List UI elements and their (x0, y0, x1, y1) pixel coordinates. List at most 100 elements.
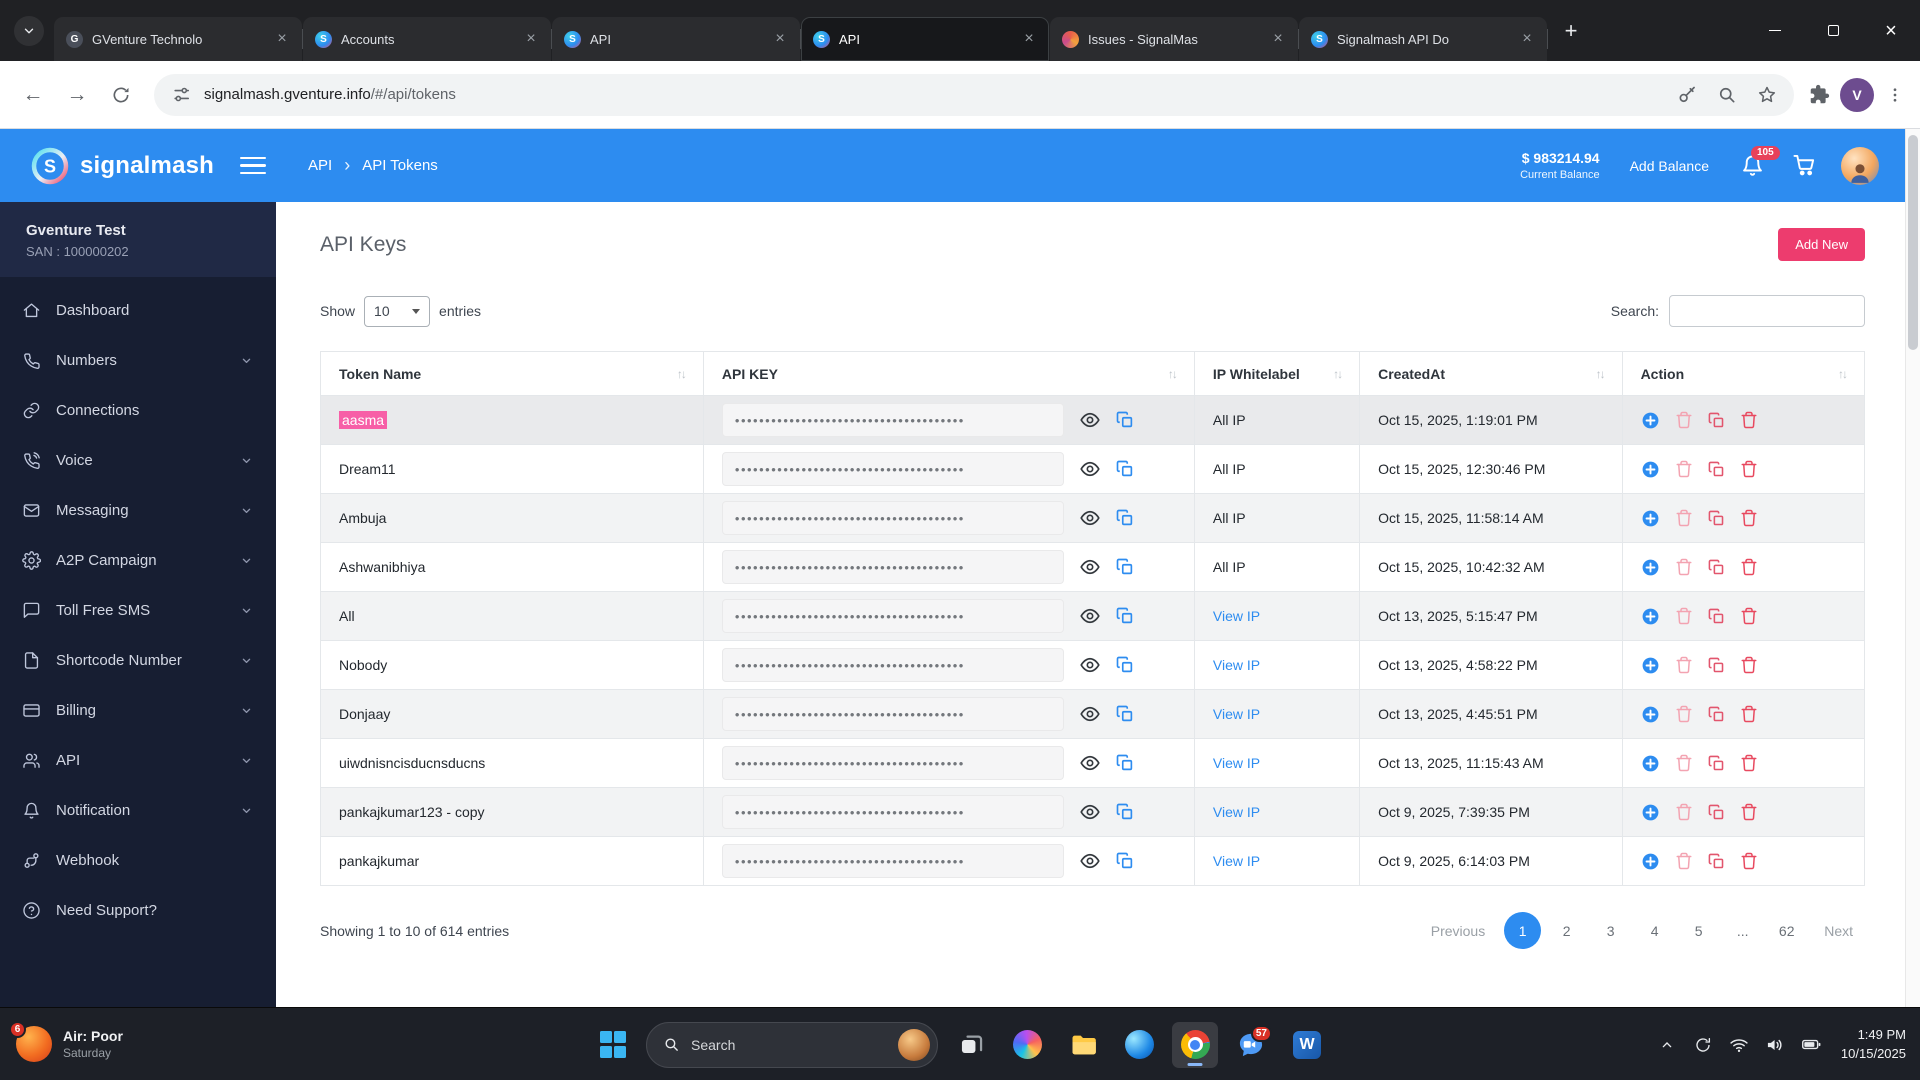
reveal-key-eye-icon[interactable] (1080, 753, 1100, 773)
page-size-select[interactable]: 10 (364, 295, 431, 327)
delete-token-trash-icon[interactable] (1740, 460, 1758, 478)
notifications-button[interactable]: 105 (1739, 145, 1780, 179)
tab-search-button[interactable] (14, 16, 44, 46)
reveal-key-eye-icon[interactable] (1080, 802, 1100, 822)
delete-muted-trash-icon[interactable] (1675, 460, 1693, 478)
add-ip-plus-icon[interactable] (1641, 607, 1660, 626)
tab-close-icon[interactable]: × (521, 29, 541, 49)
word-button[interactable]: W (1284, 1022, 1330, 1068)
view-ip-link[interactable]: View IP (1213, 657, 1260, 673)
browser-tab[interactable]: S API × (552, 17, 801, 61)
sidebar-item-toll-free-sms[interactable]: Toll Free SMS (0, 585, 276, 635)
duplicate-token-copy-icon[interactable] (1708, 559, 1725, 576)
window-close-button[interactable]: × (1862, 0, 1920, 61)
page-button-3[interactable]: 3 (1592, 912, 1629, 949)
reveal-key-eye-icon[interactable] (1080, 606, 1100, 626)
sort-icon[interactable]: ↑↓ (1168, 367, 1178, 381)
back-button[interactable]: ← (14, 76, 52, 114)
tab-close-icon[interactable]: × (1019, 29, 1039, 49)
delete-muted-trash-icon[interactable] (1675, 656, 1693, 674)
delete-token-trash-icon[interactable] (1740, 411, 1758, 429)
add-ip-plus-icon[interactable] (1641, 705, 1660, 724)
copy-key-icon[interactable] (1116, 705, 1134, 723)
password-key-icon[interactable] (1676, 84, 1698, 106)
add-ip-plus-icon[interactable] (1641, 558, 1660, 577)
weather-widget[interactable]: 6 Air: Poor Saturday (0, 1021, 123, 1062)
sidebar-item-webhook[interactable]: Webhook (0, 835, 276, 885)
reveal-key-eye-icon[interactable] (1080, 508, 1100, 528)
forward-button[interactable]: → (58, 76, 96, 114)
delete-muted-trash-icon[interactable] (1675, 705, 1693, 723)
reveal-key-eye-icon[interactable] (1080, 704, 1100, 724)
start-button[interactable] (590, 1022, 636, 1068)
delete-muted-trash-icon[interactable] (1675, 754, 1693, 772)
column-header-createdat[interactable]: CreatedAt ↑↓ (1359, 351, 1623, 396)
view-ip-link[interactable]: View IP (1213, 608, 1260, 624)
view-ip-link[interactable]: View IP (1213, 853, 1260, 869)
volume-button[interactable] (1765, 1034, 1786, 1055)
delete-token-trash-icon[interactable] (1740, 803, 1758, 821)
duplicate-token-copy-icon[interactable] (1708, 853, 1725, 870)
view-ip-link[interactable]: View IP (1213, 804, 1260, 820)
battery-button[interactable] (1801, 1034, 1822, 1055)
duplicate-token-copy-icon[interactable] (1708, 657, 1725, 674)
tab-close-icon[interactable]: × (1517, 29, 1537, 49)
task-view-button[interactable] (948, 1022, 994, 1068)
delete-token-trash-icon[interactable] (1740, 558, 1758, 576)
omnibox[interactable]: signalmash.gventure.info/#/api/tokens (154, 73, 1794, 116)
copy-key-icon[interactable] (1116, 607, 1134, 625)
delete-muted-trash-icon[interactable] (1675, 803, 1693, 821)
copy-key-icon[interactable] (1116, 656, 1134, 674)
add-ip-plus-icon[interactable] (1641, 803, 1660, 822)
bookmark-star-icon[interactable] (1756, 84, 1778, 106)
window-maximize-button[interactable] (1804, 0, 1862, 61)
column-header-token-name[interactable]: Token Name ↑↓ (320, 351, 704, 396)
browser-tab[interactable]: Issues - SignalMas × (1050, 17, 1299, 61)
browser-tab[interactable]: G GVenture Technolo × (54, 17, 303, 61)
sidebar-item-notification[interactable]: Notification (0, 785, 276, 835)
sidebar-item-numbers[interactable]: Numbers (0, 335, 276, 385)
sidebar-item-messaging[interactable]: Messaging (0, 485, 276, 535)
delete-muted-trash-icon[interactable] (1675, 607, 1693, 625)
sidebar-item-need-support[interactable]: Need Support? (0, 885, 276, 935)
view-ip-link[interactable]: View IP (1213, 706, 1260, 722)
reveal-key-eye-icon[interactable] (1080, 655, 1100, 675)
search-input[interactable] (1669, 295, 1865, 327)
site-info-icon[interactable] (170, 84, 192, 106)
copy-key-icon[interactable] (1116, 558, 1134, 576)
add-ip-plus-icon[interactable] (1641, 460, 1660, 479)
sort-icon[interactable]: ↑↓ (1838, 367, 1848, 381)
tab-close-icon[interactable]: × (1268, 29, 1288, 49)
sidebar-item-connections[interactable]: Connections (0, 385, 276, 435)
window-minimize-button[interactable] (1746, 0, 1804, 61)
add-balance-link[interactable]: Add Balance (1630, 158, 1709, 174)
user-avatar[interactable] (1841, 146, 1879, 185)
reveal-key-eye-icon[interactable] (1080, 851, 1100, 871)
column-header-ip-whitelabel[interactable]: IP Whitelabel ↑↓ (1193, 351, 1361, 396)
browser-tab[interactable]: S API × (801, 17, 1049, 61)
taskbar-clock[interactable]: 1:49 PM 10/15/2025 (1841, 1026, 1906, 1064)
chrome-button[interactable] (1172, 1021, 1218, 1068)
duplicate-token-copy-icon[interactable] (1708, 804, 1725, 821)
add-ip-plus-icon[interactable] (1641, 656, 1660, 675)
page-scrollbar[interactable] (1905, 129, 1920, 1007)
reload-button[interactable] (102, 76, 140, 114)
browser-menu-kebab-icon[interactable] (1884, 84, 1906, 106)
bing-daily-icon[interactable] (898, 1028, 930, 1061)
reveal-key-eye-icon[interactable] (1080, 557, 1100, 577)
sort-icon[interactable]: ↑↓ (1596, 367, 1606, 381)
delete-muted-trash-icon[interactable] (1675, 411, 1693, 429)
add-ip-plus-icon[interactable] (1641, 754, 1660, 773)
duplicate-token-copy-icon[interactable] (1708, 412, 1725, 429)
duplicate-token-copy-icon[interactable] (1708, 510, 1725, 527)
duplicate-token-copy-icon[interactable] (1708, 706, 1725, 723)
copilot-button[interactable] (1004, 1022, 1050, 1068)
browser-tab[interactable]: S Signalmash API Do × (1299, 17, 1548, 61)
column-header-action[interactable]: Action ↑↓ (1621, 351, 1866, 396)
update-sync-button[interactable] (1693, 1034, 1714, 1055)
delete-token-trash-icon[interactable] (1740, 607, 1758, 625)
cart-button[interactable] (1791, 153, 1817, 179)
add-new-button[interactable]: Add New (1778, 228, 1865, 261)
sort-icon[interactable]: ↑↓ (677, 367, 687, 381)
page-button--[interactable]: ... (1724, 912, 1761, 949)
